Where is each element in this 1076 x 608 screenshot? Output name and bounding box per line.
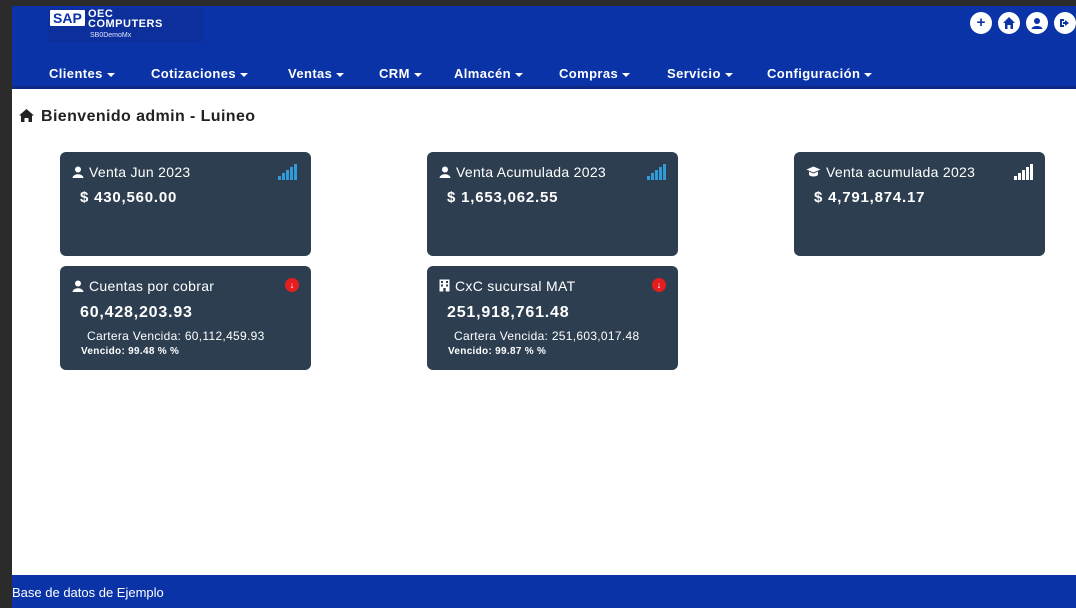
logout-icon[interactable] [1054, 12, 1076, 34]
caret-down-icon [724, 72, 733, 77]
footer-bar: Base de datos de Ejemplo [12, 575, 1076, 608]
caret-down-icon [239, 72, 248, 77]
card-value: 251,918,761.48 [447, 304, 570, 321]
card-title-text: CxC sucursal MAT [455, 278, 576, 294]
user-icon [439, 166, 451, 178]
menu-almacen[interactable]: Almacén [454, 66, 523, 81]
kpi-card-cuentas-por-cobrar[interactable]: Cuentas por cobrar ↓ 60,428,203.93 Carte… [60, 266, 311, 370]
menu-label: Clientes [49, 66, 103, 81]
card-value: $ 430,560.00 [80, 189, 178, 206]
home-icon [19, 109, 34, 122]
card-title: Venta acumulada 2023 [806, 164, 975, 180]
overdue-portfolio: Cartera Vencida: 60,112,459.93 [87, 329, 265, 343]
app-page: SAP OEC COMPUTERS SB0DemoMx + Clientes C… [12, 6, 1076, 608]
add-circle-icon[interactable]: + [970, 12, 992, 34]
card-value: 60,428,203.93 [80, 304, 193, 321]
menu-label: Ventas [288, 66, 333, 81]
kpi-card-cxc-sucursal[interactable]: CxC sucursal MAT ↓ 251,918,761.48 Carter… [427, 266, 678, 370]
welcome-text: Bienvenido admin - Luineo [41, 108, 256, 125]
graduation-cap-icon [806, 166, 821, 177]
overdue-percent: Vencido: 99.48 % % [81, 346, 180, 357]
database-code: SB0DemoMx [90, 32, 132, 39]
menu-clientes[interactable]: Clientes [49, 66, 115, 81]
menu-label: CRM [379, 66, 410, 81]
building-icon [439, 279, 450, 292]
overdue-percent: Vencido: 99.87 % % [448, 346, 547, 357]
menu-crm[interactable]: CRM [379, 66, 422, 81]
user-icon [72, 166, 84, 178]
card-title-text: Cuentas por cobrar [89, 278, 215, 294]
home-icon[interactable] [998, 12, 1020, 34]
menu-label: Servicio [667, 66, 721, 81]
card-title: Venta Jun 2023 [72, 164, 191, 180]
caret-down-icon [106, 72, 115, 77]
caret-down-icon [336, 72, 345, 77]
card-value: $ 1,653,062.55 [447, 189, 559, 206]
card-title-text: Venta acumulada 2023 [826, 164, 976, 180]
user-icon [72, 280, 84, 292]
top-navigation-bar: SAP OEC COMPUTERS SB0DemoMx + Clientes C… [12, 6, 1076, 89]
overdue-portfolio: Cartera Vencida: 251,603,017.48 [454, 329, 640, 343]
menu-label: Compras [559, 66, 619, 81]
menu-label: Cotizaciones [151, 66, 236, 81]
caret-down-icon [515, 72, 523, 77]
menu-label: Almacén [454, 66, 511, 81]
kpi-card-venta-acumulada-total[interactable]: Venta acumulada 2023 $ 4,791,874.17 [794, 152, 1045, 256]
card-title-text: Venta Jun 2023 [89, 164, 191, 180]
card-title: CxC sucursal MAT [439, 278, 575, 294]
menu-cotizaciones[interactable]: Cotizaciones [151, 66, 248, 81]
company-name: OEC COMPUTERS [88, 9, 163, 30]
card-value: $ 4,791,874.17 [814, 189, 926, 206]
user-circle-icon[interactable] [1026, 12, 1048, 34]
signal-icon [278, 164, 298, 180]
page-title: Bienvenido admin - Luineo [18, 108, 255, 126]
company-name-line2: COMPUTERS [88, 18, 163, 30]
caret-down-icon [413, 72, 422, 77]
footer-text: Base de datos de Ejemplo [12, 585, 164, 600]
menu-label: Configuración [767, 66, 861, 81]
card-title-text: Venta Acumulada 2023 [456, 164, 607, 180]
alert-icon: ↓ [652, 278, 666, 292]
signal-icon [1014, 164, 1034, 180]
kpi-card-venta-mes[interactable]: Venta Jun 2023 $ 430,560.00 [60, 152, 311, 256]
sap-logo-text: SAP [50, 10, 85, 26]
menu-compras[interactable]: Compras [559, 66, 631, 81]
main-menu: Clientes Cotizaciones Ventas CRM Almacén… [12, 64, 1076, 86]
menu-configuracion[interactable]: Configuración [767, 66, 873, 81]
company-logo[interactable]: SAP OEC COMPUTERS SB0DemoMx [48, 8, 204, 42]
card-title: Cuentas por cobrar [72, 278, 214, 294]
menu-ventas[interactable]: Ventas [288, 66, 345, 81]
signal-icon [647, 164, 667, 180]
kpi-card-venta-acumulada[interactable]: Venta Acumulada 2023 $ 1,653,062.55 [427, 152, 678, 256]
card-title: Venta Acumulada 2023 [439, 164, 606, 180]
alert-icon: ↓ [285, 278, 299, 292]
caret-down-icon [622, 72, 631, 77]
menu-servicio[interactable]: Servicio [667, 66, 733, 81]
caret-down-icon [864, 72, 873, 77]
